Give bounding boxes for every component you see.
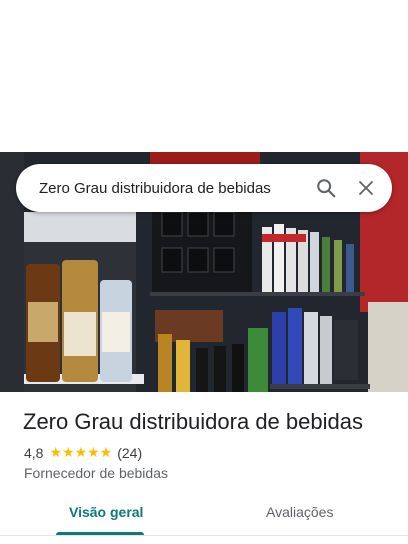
rating-value: 4,8 <box>24 444 44 461</box>
search-bar[interactable]: Zero Grau distribuidora de bebidas <box>16 164 392 212</box>
rating-row[interactable]: 4,8 ★★★★★ (24) <box>24 444 142 461</box>
place-category: Fornecedor de bebidas <box>24 465 168 481</box>
tab-overview[interactable]: Visão geral <box>69 504 143 520</box>
search-input[interactable]: Zero Grau distribuidora de bebidas <box>39 180 306 197</box>
search-icon[interactable] <box>306 168 346 208</box>
place-title: Zero Grau distribuidora de bebidas <box>23 409 363 434</box>
tab-reviews[interactable]: Avaliações <box>266 504 333 520</box>
tab-bar: Visão geral Avaliações <box>0 496 408 536</box>
star-rating-icon: ★★★★★ <box>49 444 113 460</box>
tab-divider <box>0 535 408 536</box>
close-icon[interactable] <box>346 168 386 208</box>
review-count[interactable]: (24) <box>117 445 142 461</box>
